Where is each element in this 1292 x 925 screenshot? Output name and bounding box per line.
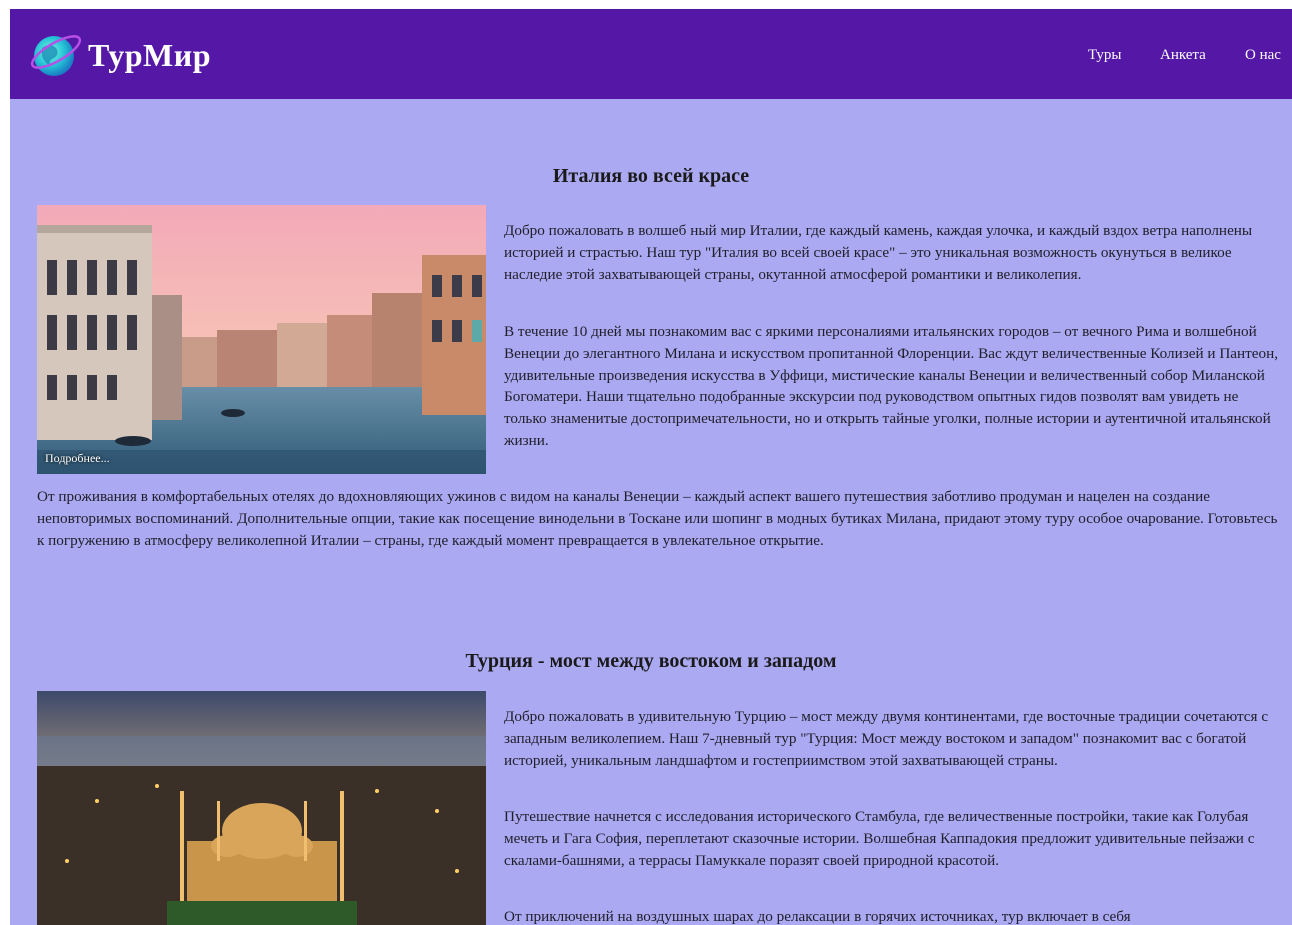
- page: ТурМир Туры Анкета О нас Италия во всей …: [10, 9, 1292, 925]
- site-header: ТурМир Туры Анкета О нас: [10, 9, 1292, 99]
- tour-title-turkey: Турция - мост между востоком и западом: [465, 650, 837, 672]
- istanbul-mosque-image: [37, 691, 486, 925]
- nav-about[interactable]: О нас: [1245, 47, 1281, 64]
- turkey-photo[interactable]: [37, 691, 486, 925]
- brand-name[interactable]: ТурМир: [88, 37, 211, 74]
- turkey-paragraph-3: От приключений на воздушных шарах до рел…: [504, 908, 1131, 925]
- nav-survey[interactable]: Анкета: [1160, 47, 1206, 64]
- italy-paragraph-1: Добро пожаловать в волшеб ный мир Италии…: [504, 222, 1253, 283]
- turkey-paragraph-1: Добро пожаловать в удивительную Турцию –…: [504, 708, 1269, 769]
- venice-canal-image: [37, 205, 486, 474]
- italy-photo[interactable]: Подробнее...: [37, 205, 486, 474]
- italy-paragraph-3: От проживания в комфортабельных отелях д…: [37, 488, 1278, 549]
- nav-tours[interactable]: Туры: [1088, 47, 1122, 64]
- italy-paragraph-2: В течение 10 дней мы познакомим вас с яр…: [504, 323, 1279, 449]
- tour-title-italy: Италия во всей красе: [552, 165, 750, 187]
- more-link[interactable]: Подробнее...: [45, 451, 110, 466]
- turkey-paragraph-2: Путешествие начнется с исследования исто…: [504, 808, 1255, 869]
- globe-logo-icon[interactable]: [28, 24, 84, 84]
